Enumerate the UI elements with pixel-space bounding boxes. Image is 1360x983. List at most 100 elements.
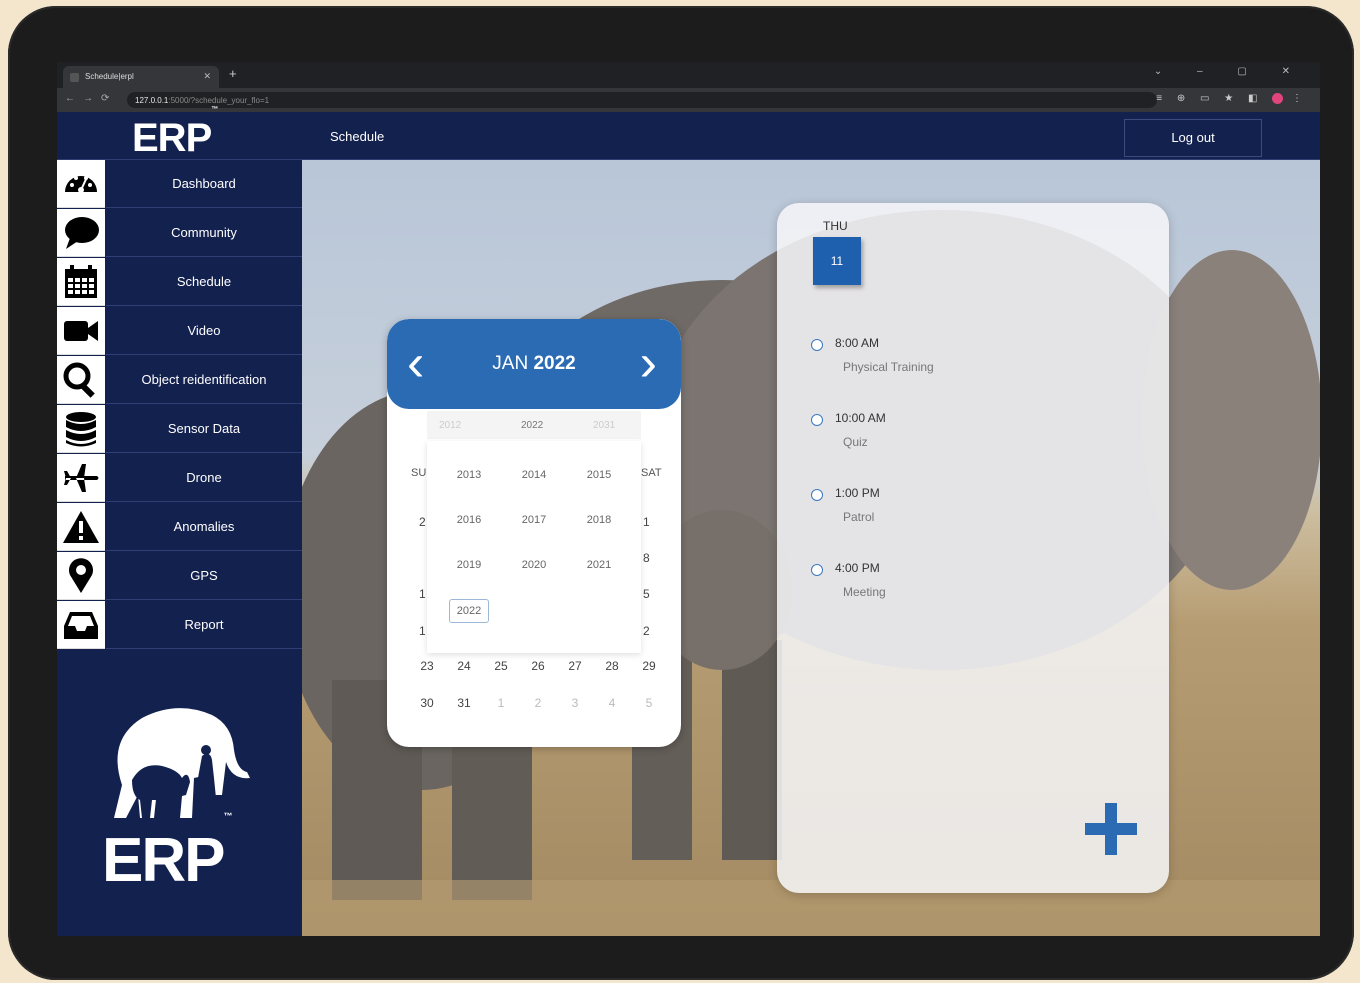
event-time: 8:00 AM	[835, 336, 880, 350]
next-month-button[interactable]: ›	[640, 333, 657, 393]
sidebar-item-gps[interactable]: GPS	[57, 552, 302, 600]
event-name: Patrol	[843, 510, 875, 524]
sidebar-item-object-reidentification[interactable]: Object reidentification	[57, 356, 302, 404]
selected-day[interactable]: 11	[813, 237, 861, 285]
grid-day-left[interactable]: 1	[419, 587, 426, 601]
year-range-start[interactable]: 2012	[439, 420, 461, 431]
event-name: Meeting	[843, 585, 886, 599]
year-option-selected[interactable]: 2022	[449, 599, 489, 623]
year-option[interactable]: 2014	[504, 469, 564, 481]
sidebar-item-video[interactable]: Video	[57, 307, 302, 355]
search-icon	[57, 356, 105, 404]
window-controls[interactable]: ⌄ – ▢ ✕	[1154, 66, 1306, 77]
event-time: 1:00 PM	[835, 486, 880, 500]
sidebar-item-sensor-data[interactable]: Sensor Data	[57, 405, 302, 453]
sidebar-item-label: Schedule	[106, 258, 302, 306]
favicon-icon	[70, 73, 79, 82]
grid-day[interactable]: 24	[446, 659, 482, 673]
profile-icon[interactable]	[1272, 93, 1284, 104]
calendar-icon	[57, 258, 105, 306]
map-pin-icon	[57, 552, 105, 600]
year-option[interactable]: 2018	[569, 514, 629, 526]
sidebar-item-label: Report	[106, 601, 302, 649]
address-bar: ←→⟳ 127.0.0.1:5000/?schedule_your_flo=1 …	[57, 88, 1320, 112]
sidebar-item-label: Video	[106, 307, 302, 355]
event-name: Physical Training	[843, 360, 934, 374]
sidebar-item-label: Anomalies	[106, 503, 302, 551]
new-tab-icon[interactable]: +	[229, 66, 237, 81]
grid-day-next-month[interactable]: 5	[631, 696, 667, 710]
airplane-icon	[57, 454, 105, 502]
calendar-month: JAN	[492, 353, 529, 374]
grid-day[interactable]: 25	[483, 659, 519, 673]
tab-title: Schedule|erpl	[85, 72, 134, 81]
grid-day[interactable]: 30	[409, 696, 445, 710]
grid-day[interactable]: 28	[594, 659, 630, 673]
year-option[interactable]: 2020	[504, 559, 564, 571]
grid-day-right[interactable]: 5	[643, 587, 650, 601]
calendar-month-year[interactable]: JAN 2022	[387, 353, 681, 375]
grid-day-next-month[interactable]: 1	[483, 696, 519, 710]
screen: Schedule|erpl ✕ + ⌄ – ▢ ✕ ←→⟳ 127.0.0.1:…	[57, 62, 1320, 936]
erp-logo[interactable]: ERP ™	[132, 106, 218, 161]
event-name: Quiz	[843, 435, 868, 449]
sidebar-item-dashboard[interactable]: Dashboard	[57, 160, 302, 208]
bottom-logo-tm: ™	[223, 811, 232, 822]
year-picker: 2013 2014 2015 2016 2017 2018 2019 2020 …	[427, 441, 641, 653]
year-option[interactable]: 2016	[439, 514, 499, 526]
grid-day[interactable]: 29	[631, 659, 667, 673]
grid-day-left[interactable]: 1	[419, 624, 426, 638]
grid-day-left[interactable]: 2	[419, 515, 426, 529]
event-time: 4:00 PM	[835, 561, 880, 575]
sidebar-item-drone[interactable]: Drone	[57, 454, 302, 502]
event-time: 10:00 AM	[835, 411, 886, 425]
grid-day[interactable]: 27	[557, 659, 593, 673]
year-range-end[interactable]: 2031	[593, 420, 615, 431]
browser-tab-bar: Schedule|erpl ✕ + ⌄ – ▢ ✕	[57, 62, 1320, 88]
year-option[interactable]: 2015	[569, 469, 629, 481]
sidebar-item-anomalies[interactable]: Anomalies	[57, 503, 302, 551]
warning-icon	[57, 503, 105, 551]
grid-day-right[interactable]: 2	[643, 624, 650, 638]
sidebar-item-community[interactable]: Community	[57, 209, 302, 257]
grid-day-next-month[interactable]: 3	[557, 696, 593, 710]
calendar-year: 2022	[533, 353, 576, 374]
sidebar-item-label: Community	[106, 209, 302, 257]
logout-button[interactable]: Log out	[1124, 119, 1262, 157]
day-header-sun: SU	[411, 467, 427, 479]
sidebar-item-label: Dashboard	[106, 160, 302, 208]
year-range-current: 2022	[521, 420, 544, 431]
browser-tab[interactable]: Schedule|erpl ✕	[63, 66, 219, 88]
event-radio[interactable]	[811, 414, 823, 426]
grid-day-next-month[interactable]: 4	[594, 696, 630, 710]
extension-icons[interactable]: ≡ ⊕ ▭ ★ ◧ ⋮	[1156, 93, 1308, 104]
sidebar-item-label: GPS	[106, 552, 302, 600]
grid-day-right[interactable]: 1	[643, 515, 650, 529]
url-field[interactable]: 127.0.0.1:5000/?schedule_your_flo=1	[127, 92, 1157, 108]
sidebar-item-schedule[interactable]: Schedule	[57, 258, 302, 306]
event-radio[interactable]	[811, 489, 823, 501]
year-option[interactable]: 2013	[439, 469, 499, 481]
add-event-plus-icon[interactable]	[1085, 803, 1137, 855]
year-option[interactable]: 2017	[504, 514, 564, 526]
database-icon	[57, 405, 105, 453]
grid-day[interactable]: 26	[520, 659, 556, 673]
nav-buttons[interactable]: ←→⟳	[65, 93, 117, 104]
sidebar-item-label: Object reidentification	[106, 356, 302, 404]
grid-day[interactable]: 23	[409, 659, 445, 673]
sidebar: Dashboard Community Schedule Video Objec…	[57, 160, 302, 936]
event-radio[interactable]	[811, 339, 823, 351]
dashboard-icon	[57, 160, 105, 208]
logo-tm: ™	[211, 105, 218, 113]
page-title: Schedule	[330, 129, 385, 144]
grid-day-right[interactable]: 8	[643, 551, 650, 565]
close-tab-icon[interactable]: ✕	[203, 71, 211, 82]
grid-day[interactable]: 31	[446, 696, 482, 710]
sidebar-item-report[interactable]: Report	[57, 601, 302, 649]
year-option[interactable]: 2021	[569, 559, 629, 571]
schedule-card: THU 11 8:00 AM Physical Training 10:00 A…	[777, 203, 1169, 893]
grid-day-next-month[interactable]: 2	[520, 696, 556, 710]
event-radio[interactable]	[811, 564, 823, 576]
elephant-logo-icon	[114, 708, 250, 818]
year-option[interactable]: 2019	[439, 559, 499, 571]
